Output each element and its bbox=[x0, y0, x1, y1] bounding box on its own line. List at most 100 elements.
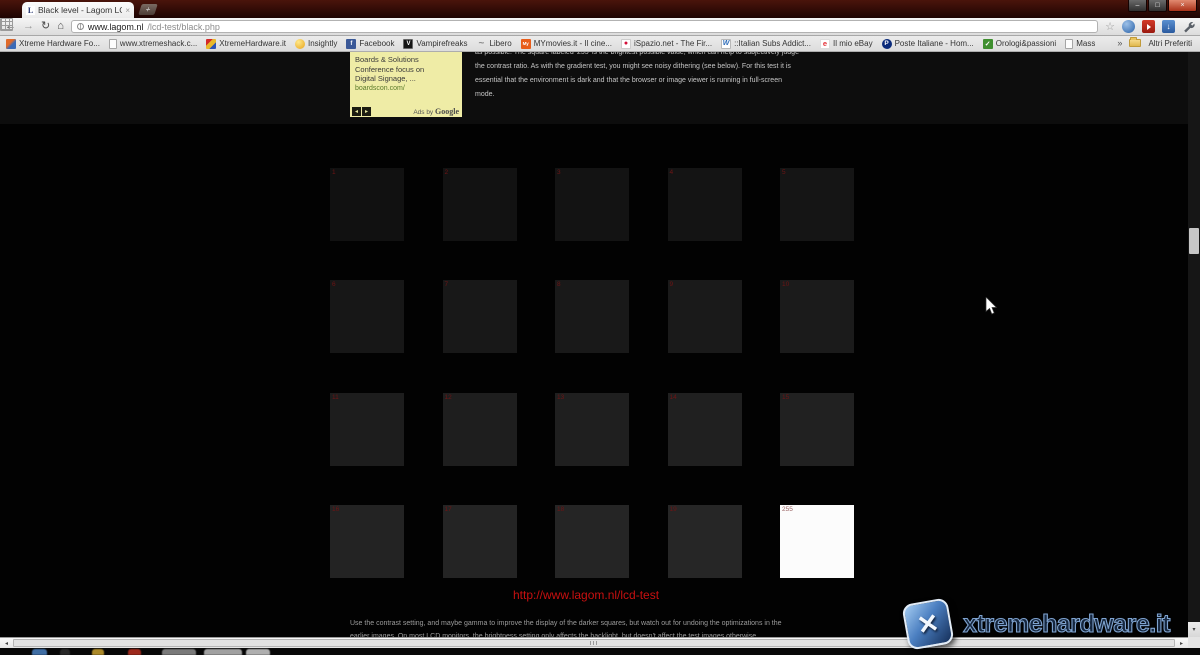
test-square: 17 bbox=[443, 505, 517, 578]
scroll-left-icon[interactable]: ◂ bbox=[0, 638, 13, 648]
tab-close-icon[interactable]: × bbox=[125, 6, 130, 15]
bookmark-item[interactable]: V Vampirefreaks bbox=[403, 39, 467, 49]
reload-icon[interactable]: ↻ bbox=[41, 21, 50, 32]
other-bookmarks-label[interactable]: Altri Preferiti bbox=[1148, 39, 1192, 48]
test-square: 5 bbox=[780, 168, 854, 241]
new-tab-button[interactable]: + bbox=[138, 4, 158, 15]
bookmark-favicon bbox=[6, 39, 16, 49]
browser-window: L Black level - Lagom LCD ... × + – □ × … bbox=[0, 0, 1200, 655]
bookmark-item[interactable]: ● iSpazio.net - The Fir... bbox=[621, 39, 712, 49]
scroll-down-icon[interactable]: ▾ bbox=[1188, 622, 1200, 637]
close-button[interactable]: × bbox=[1168, 0, 1197, 12]
taskbar-icon bbox=[162, 649, 196, 655]
test-square: 14 bbox=[668, 393, 742, 466]
bookmark-item[interactable]: ~ Libero bbox=[476, 39, 511, 49]
bookmark-label: Xtreme Hardware Fo... bbox=[19, 39, 100, 48]
test-square: 4 bbox=[668, 168, 742, 241]
test-square: 16 bbox=[330, 505, 404, 578]
bookmark-label: Orologi&passioni bbox=[996, 39, 1056, 48]
watermark-text: xtremehardware.it bbox=[963, 610, 1170, 639]
titlebar: L Black level - Lagom LCD ... × + – □ × bbox=[0, 0, 1200, 18]
bookmark-label: Facebook bbox=[359, 39, 394, 48]
taskbar-icon bbox=[246, 649, 270, 655]
square-number: 255 bbox=[780, 505, 854, 513]
forward-icon[interactable]: → bbox=[23, 21, 34, 32]
wrench-menu-icon[interactable] bbox=[1182, 20, 1195, 33]
bookmark-favicon: ● bbox=[621, 39, 631, 49]
profile-extension-icon[interactable] bbox=[1122, 20, 1135, 33]
bookmark-item[interactable]: ✓ Orologi&passioni bbox=[983, 39, 1056, 49]
maximize-button[interactable]: □ bbox=[1148, 0, 1167, 12]
window-controls: – □ × bbox=[1128, 0, 1197, 12]
black-level-test-grid: 1 2 3 4 5 6 bbox=[0, 52, 1200, 648]
test-square: 12 bbox=[443, 393, 517, 466]
square-number: 19 bbox=[668, 505, 742, 513]
test-square: 10 bbox=[780, 280, 854, 353]
bookmark-label: XtremeHardware.it bbox=[219, 39, 286, 48]
square-number: 11 bbox=[330, 393, 404, 401]
bookmark-label: iSpazio.net - The Fir... bbox=[634, 39, 712, 48]
url-path: /lcd-test/black.php bbox=[147, 22, 220, 32]
square-number: 3 bbox=[555, 168, 629, 176]
square-number: 14 bbox=[668, 393, 742, 401]
bookmark-favicon: My bbox=[521, 39, 531, 49]
bookmark-item[interactable]: Mass-Mail bbox=[1065, 39, 1095, 49]
test-square: 15 bbox=[780, 393, 854, 466]
bookmark-favicon bbox=[206, 39, 216, 49]
bookmark-favicon: ✓ bbox=[983, 39, 993, 49]
square-number: 10 bbox=[780, 280, 854, 288]
browser-tab[interactable]: L Black level - Lagom LCD ... × bbox=[22, 2, 134, 18]
test-square: 18 bbox=[555, 505, 629, 578]
scrollbar-corner bbox=[1188, 637, 1200, 648]
bookmark-item[interactable]: XtremeHardware.it bbox=[206, 39, 286, 49]
bookmark-label: MYmovies.it - Il cine... bbox=[534, 39, 612, 48]
square-number: 15 bbox=[780, 393, 854, 401]
test-square: 6 bbox=[330, 280, 404, 353]
address-bar[interactable]: www.lagom.nl/lcd-test/black.php bbox=[71, 20, 1098, 33]
bookmark-favicon: ~ bbox=[476, 39, 486, 49]
test-square: 2 bbox=[443, 168, 517, 241]
bookmark-item[interactable]: Insightly bbox=[295, 39, 337, 49]
bookmark-favicon bbox=[295, 39, 305, 49]
square-number: 1 bbox=[330, 168, 404, 176]
minimize-button[interactable]: – bbox=[1128, 0, 1147, 12]
test-square: 13 bbox=[555, 393, 629, 466]
square-number: 2 bbox=[443, 168, 517, 176]
bookmark-label: Insightly bbox=[308, 39, 337, 48]
bookmark-favicon bbox=[1065, 39, 1073, 49]
bookmark-item[interactable]: W ::Italian Subs Addict... bbox=[721, 39, 811, 49]
square-number: 16 bbox=[330, 505, 404, 513]
bookmark-label: Poste Italiane - Hom... bbox=[895, 39, 974, 48]
square-number: 9 bbox=[668, 280, 742, 288]
tab-title: Black level - Lagom LCD ... bbox=[38, 5, 122, 15]
bookmark-item[interactable]: www.xtremeshack.c... bbox=[109, 39, 197, 49]
taskbar-icon bbox=[60, 649, 70, 655]
vertical-scrollbar-thumb[interactable] bbox=[1189, 228, 1199, 254]
other-bookmarks-folder-icon bbox=[1129, 39, 1141, 47]
bookmark-star-icon[interactable]: ☆ bbox=[1105, 20, 1115, 33]
bookmark-favicon: f bbox=[346, 39, 356, 49]
grid-extension-icon[interactable] bbox=[0, 18, 13, 31]
download-extension-icon[interactable]: ↓ bbox=[1162, 20, 1175, 33]
windows-taskbar[interactable] bbox=[0, 648, 1200, 655]
bookmark-item[interactable]: P Poste Italiane - Hom... bbox=[882, 39, 974, 49]
bookmark-favicon: P bbox=[882, 39, 892, 49]
bookmarks-bar: Xtreme Hardware Fo... www.xtremeshack.c.… bbox=[0, 36, 1200, 52]
xtremehardware-logo-icon: ✕ bbox=[901, 597, 954, 650]
bookmark-item[interactable]: f Facebook bbox=[346, 39, 394, 49]
bookmarks-overflow-chevron-icon[interactable]: » bbox=[1117, 38, 1122, 48]
bookmark-favicon: V bbox=[403, 39, 413, 49]
home-icon[interactable]: ⌂ bbox=[57, 21, 64, 32]
url-host: www.lagom.nl bbox=[88, 22, 144, 32]
scroll-right-icon[interactable]: ▸ bbox=[1175, 638, 1188, 648]
vertical-scrollbar[interactable]: ▾ bbox=[1188, 52, 1200, 637]
bookmark-item[interactable]: Xtreme Hardware Fo... bbox=[6, 39, 100, 49]
bookmark-item[interactable]: e Il mio eBay bbox=[820, 39, 873, 49]
bookmark-label: ::Italian Subs Addict... bbox=[734, 39, 811, 48]
square-number: 4 bbox=[668, 168, 742, 176]
youtube-extension-icon[interactable] bbox=[1142, 20, 1155, 33]
test-square: 19 bbox=[668, 505, 742, 578]
square-number: 6 bbox=[330, 280, 404, 288]
test-square: 9 bbox=[668, 280, 742, 353]
bookmark-item[interactable]: My MYmovies.it - Il cine... bbox=[521, 39, 612, 49]
